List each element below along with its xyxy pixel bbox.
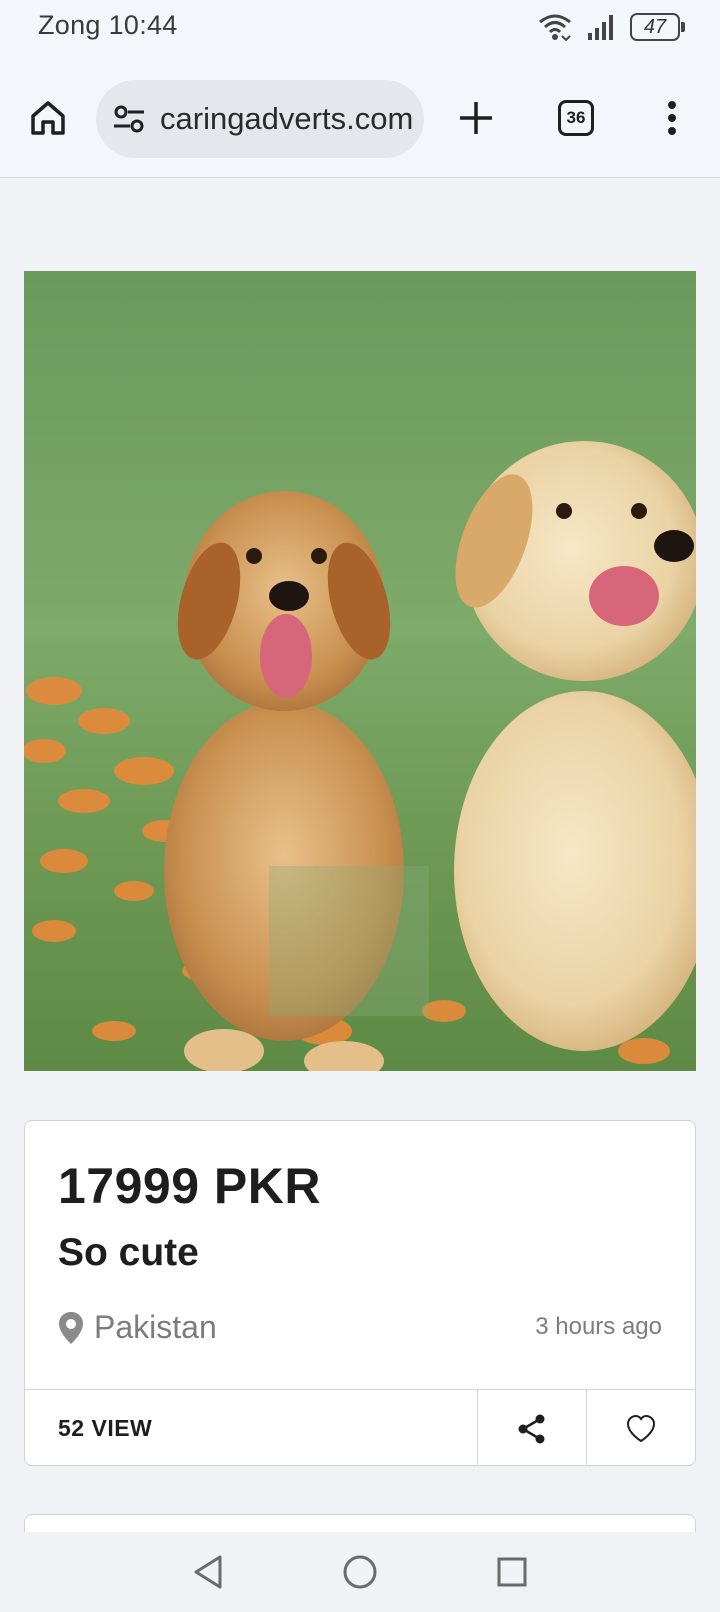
overflow-menu-button[interactable] [644, 90, 700, 146]
new-tab-plus-icon [460, 102, 492, 134]
url-text[interactable]: caringadverts.com [160, 101, 413, 137]
view-count: 52 VIEW [58, 1415, 153, 1441]
location-pin-icon [59, 1311, 83, 1344]
home-circle-icon [343, 1555, 377, 1589]
browser-toolbar: caringadverts.com 36 [0, 56, 720, 178]
recents-square-icon [497, 1557, 527, 1587]
site-settings-icon[interactable] [112, 102, 146, 136]
heart-icon [626, 1414, 656, 1442]
share-icon [518, 1414, 545, 1443]
carrier-label: Zong [38, 10, 101, 40]
address-bar[interactable]: caringadverts.com [96, 80, 424, 158]
nav-recents-button[interactable] [484, 1544, 540, 1600]
signal-icon [588, 15, 613, 40]
nav-home-button[interactable] [332, 1544, 388, 1600]
listing-card-footer: 52 VIEW [25, 1389, 695, 1465]
home-button[interactable] [20, 90, 76, 146]
back-triangle-icon [194, 1555, 222, 1589]
system-nav-bar [0, 1532, 720, 1612]
tab-count: 36 [566, 108, 586, 127]
posted-time: 3 hours ago [535, 1313, 662, 1340]
battery-level: 47 [643, 15, 667, 38]
listing-image[interactable] [24, 271, 696, 1071]
puppies-photo [24, 271, 696, 1071]
status-icons: 47 [538, 12, 685, 42]
battery-icon: 47 [630, 13, 685, 41]
clock: 10:44 [108, 10, 178, 40]
tab-switcher-icon: 36 [558, 100, 594, 136]
status-carrier-time: Zong 10:44 [38, 10, 178, 41]
location-text: Pakistan [94, 1309, 217, 1345]
listing-price: 17999 PKR [58, 1158, 321, 1214]
listing-card: 17999 PKR So cute Pakistan 3 hours ago 5… [24, 1120, 696, 1466]
status-bar: Zong 10:44 47 [0, 0, 720, 56]
listing-title: So cute [58, 1231, 199, 1274]
tab-switcher-button[interactable]: 36 [548, 90, 604, 146]
listing-location: Pakistan [58, 1309, 217, 1346]
overflow-menu-icon [668, 101, 676, 135]
wifi-icon [539, 14, 571, 42]
nav-back-button[interactable] [180, 1544, 236, 1600]
home-icon [31, 101, 65, 135]
share-button[interactable] [477, 1390, 586, 1465]
new-tab-button[interactable] [448, 90, 504, 146]
favorite-button[interactable] [586, 1390, 695, 1465]
